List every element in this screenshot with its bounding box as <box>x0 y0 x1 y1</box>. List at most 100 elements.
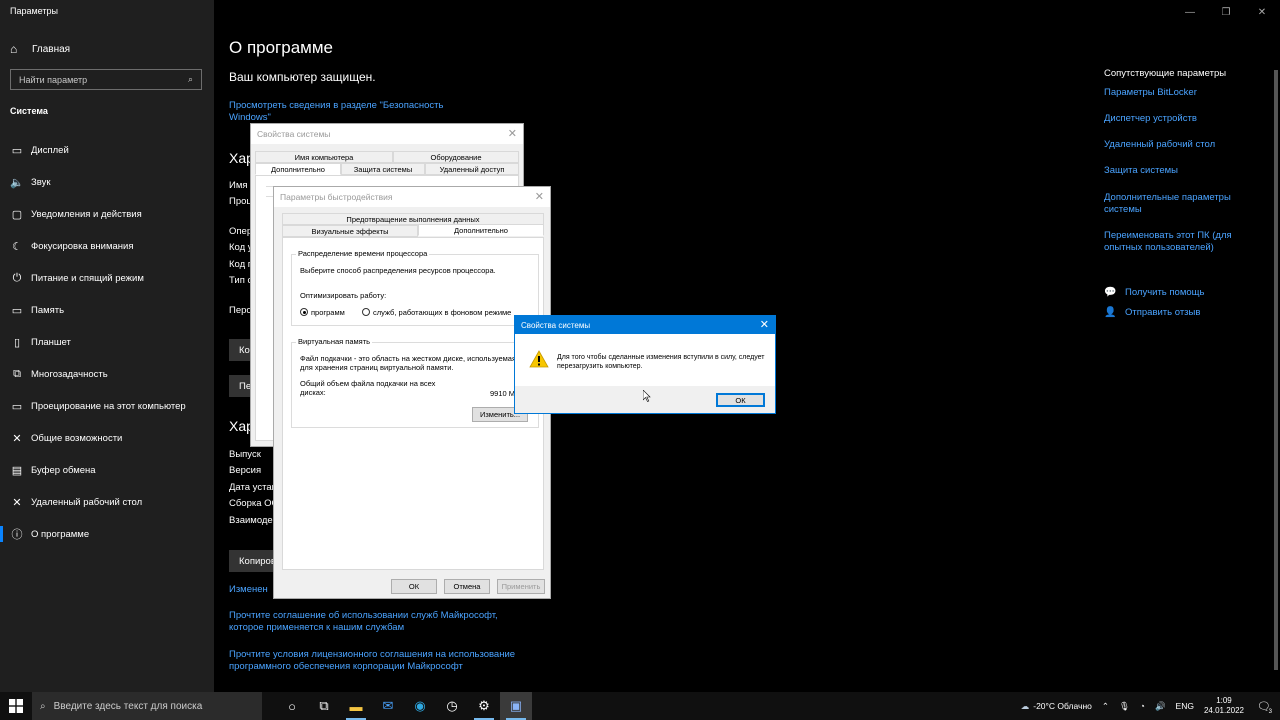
taskbar: ⌕ ○ ⧉ ▬ ✉ ◉ ◷ ⚙ ▣ ☁ -20°C Облачно ⌃ 🎙 ◔ … <box>0 692 1280 720</box>
close-icon[interactable]: ✕ <box>760 318 769 331</box>
feedback-icon: 👤 <box>1104 307 1117 318</box>
sidebar-item[interactable]: ⧉ Многозадачность <box>0 358 214 390</box>
sidebar-item-label: Питание и спящий режим <box>31 272 144 284</box>
sidebar-item-label: Удаленный рабочий стол <box>31 496 143 508</box>
settings-gear-icon[interactable]: ⚙ <box>468 692 500 720</box>
minimize-icon[interactable]: — <box>1172 0 1208 24</box>
nav-list: ▭ Дисплей 🔈 Звук ▢ Уведомления и действия ☾ Фок… <box>0 134 214 550</box>
weather-text[interactable]: -20°C Облачно <box>1033 701 1092 711</box>
sidebar-item[interactable]: ✕ Удаленный рабочий стол <box>0 486 214 518</box>
scrollbar[interactable] <box>1274 70 1278 670</box>
restore-icon[interactable]: ❐ <box>1208 0 1244 24</box>
remote-desktop-icon: ✕ <box>12 496 22 509</box>
spec-label: Имя <box>229 180 248 191</box>
get-help-label: Получить помощь <box>1125 287 1205 298</box>
tab-advanced[interactable]: Дополнительно <box>418 224 544 236</box>
bitlocker-link[interactable]: Параметры BitLocker <box>1104 87 1264 99</box>
sidebar-item[interactable]: ▢ Уведомления и действия <box>0 198 214 230</box>
feedback-link[interactable]: 👤 Отправить отзыв <box>1104 307 1200 319</box>
cloud-icon: ☁ <box>1020 700 1030 711</box>
tab-hardware[interactable]: Оборудование <box>393 151 519 163</box>
sidebar-item[interactable]: ▯ Планшет <box>0 326 214 358</box>
cpu-scheduling-group: Распределение времени процессора Выберит… <box>291 249 539 326</box>
sidebar-item[interactable]: ✕ Общие возможности <box>0 422 214 454</box>
taskbar-search[interactable]: ⌕ <box>32 692 262 720</box>
start-button[interactable] <box>0 692 32 720</box>
advanced-system-settings-link[interactable]: Дополнительные параметры системы <box>1104 192 1264 216</box>
radio-services[interactable]: служб, работающих в фоновом режиме <box>362 308 538 317</box>
sidebar-item[interactable]: ▤ Буфер обмена <box>0 454 214 486</box>
cancel-button[interactable]: Отмена <box>444 579 490 594</box>
tab-advanced[interactable]: Дополнительно <box>255 163 341 175</box>
cpu-group-title: Распределение времени процессора <box>296 249 430 258</box>
sidebar-item[interactable]: 🔈 Звук <box>0 166 214 198</box>
notification-center-icon[interactable]: 🗨 3 <box>1254 692 1274 720</box>
license-terms-link[interactable]: Прочтите условия лицензионного соглашени… <box>229 649 519 673</box>
remote-desktop-link[interactable]: Удаленный рабочий стол <box>1104 139 1264 151</box>
change-product-key-link[interactable]: Изменен <box>229 584 268 596</box>
power-icon: ⏻ <box>12 271 22 284</box>
file-explorer-icon[interactable]: ▬ <box>340 692 372 720</box>
protection-status: Ваш компьютер защищен. <box>229 70 376 84</box>
ok-button[interactable]: ОК <box>391 579 437 594</box>
sidebar-item[interactable]: ⏻ Питание и спящий режим <box>0 262 214 294</box>
device-manager-link[interactable]: Диспетчер устройств <box>1104 113 1264 125</box>
settings-search[interactable]: ⌕ <box>10 69 202 90</box>
settings-search-input[interactable] <box>19 74 179 85</box>
search-icon: ⌕ <box>40 700 46 712</box>
radio-programs[interactable]: программ <box>300 308 345 317</box>
close-icon[interactable]: ✕ <box>1244 0 1280 24</box>
rename-pc-advanced-link[interactable]: Переименовать этот ПК (для опытных польз… <box>1104 230 1264 254</box>
app-icon[interactable]: ◷ <box>436 692 468 720</box>
system-properties-taskbar-icon[interactable]: ▣ <box>500 692 532 720</box>
virtual-memory-group: Виртуальная память Файл подкачки - это о… <box>291 337 539 428</box>
services-agreement-link[interactable]: Прочтите соглашение об использовании слу… <box>229 610 519 634</box>
sidebar-item[interactable]: ☾ Фокусировка внимания <box>0 230 214 262</box>
spec-label: Сборка ОС <box>229 498 279 509</box>
sidebar-item[interactable]: ▭ Проецирование на этот компьютер <box>0 390 214 422</box>
clock[interactable]: 1:09 24.01.2022 <box>1204 696 1244 716</box>
projecting-icon: ▭ <box>11 400 23 413</box>
mail-icon[interactable]: ✉ <box>372 692 404 720</box>
nav-home[interactable]: ⌂ Главная <box>10 42 70 56</box>
radio-selected-icon <box>300 308 308 316</box>
microphone-icon[interactable]: 🎙 <box>1119 701 1130 712</box>
get-help-link[interactable]: 💬 Получить помощь <box>1104 287 1204 299</box>
tab-panel: Распределение времени процессора Выберит… <box>282 237 544 570</box>
language-indicator[interactable]: ENG <box>1176 701 1194 711</box>
security-link[interactable]: Просмотреть сведения в разделе "Безопасн… <box>229 100 449 124</box>
close-icon[interactable]: ✕ <box>508 127 517 140</box>
volume-icon[interactable]: 🔊 <box>1155 701 1166 712</box>
vm-group-title: Виртуальная память <box>296 337 373 346</box>
system-protection-link[interactable]: Защита системы <box>1104 165 1264 177</box>
spec-label: Перо <box>229 305 252 316</box>
tab-computer-name[interactable]: Имя компьютера <box>255 151 393 163</box>
tab-visual-effects[interactable]: Визуальные эффекты <box>282 225 418 237</box>
search-icon: ⌕ <box>187 74 193 84</box>
spec-label: Выпуск <box>229 449 261 460</box>
cortana-icon[interactable]: ○ <box>276 692 308 720</box>
tab-system-protection[interactable]: Защита системы <box>341 163 425 175</box>
performance-options-dialog: Параметры быстродействия ✕ Предотвращени… <box>273 186 551 599</box>
taskbar-search-input[interactable] <box>53 700 244 712</box>
sidebar-item[interactable]: ▭ Дисплей <box>0 134 214 166</box>
sidebar-item[interactable]: ⓘ О программе <box>0 518 214 550</box>
tab-remote[interactable]: Удаленный доступ <box>425 163 519 175</box>
notification-count: 3 <box>1268 709 1272 715</box>
related-settings-title: Сопутствующие параметры <box>1104 68 1227 79</box>
sidebar-item-label: Дисплей <box>31 144 69 156</box>
close-icon[interactable]: ✕ <box>535 190 544 203</box>
chevron-up-icon[interactable]: ⌃ <box>1102 701 1109 712</box>
network-icon[interactable]: ◔ <box>1140 701 1145 711</box>
dialog-titlebar: Параметры быстродействия ✕ <box>274 187 550 207</box>
apply-button[interactable]: Применить <box>497 579 545 594</box>
sidebar-item[interactable]: ▭ Память <box>0 294 214 326</box>
task-view-icon[interactable]: ⧉ <box>308 692 340 720</box>
alert-ok-button[interactable]: ОК <box>716 393 765 407</box>
spec-label: Опер <box>229 226 253 237</box>
radio-unselected-icon <box>362 308 370 316</box>
edge-icon[interactable]: ◉ <box>404 692 436 720</box>
display-icon: ▭ <box>11 144 23 157</box>
spec-label: Проц <box>229 196 252 207</box>
sidebar-item-label: Общие возможности <box>31 432 123 444</box>
